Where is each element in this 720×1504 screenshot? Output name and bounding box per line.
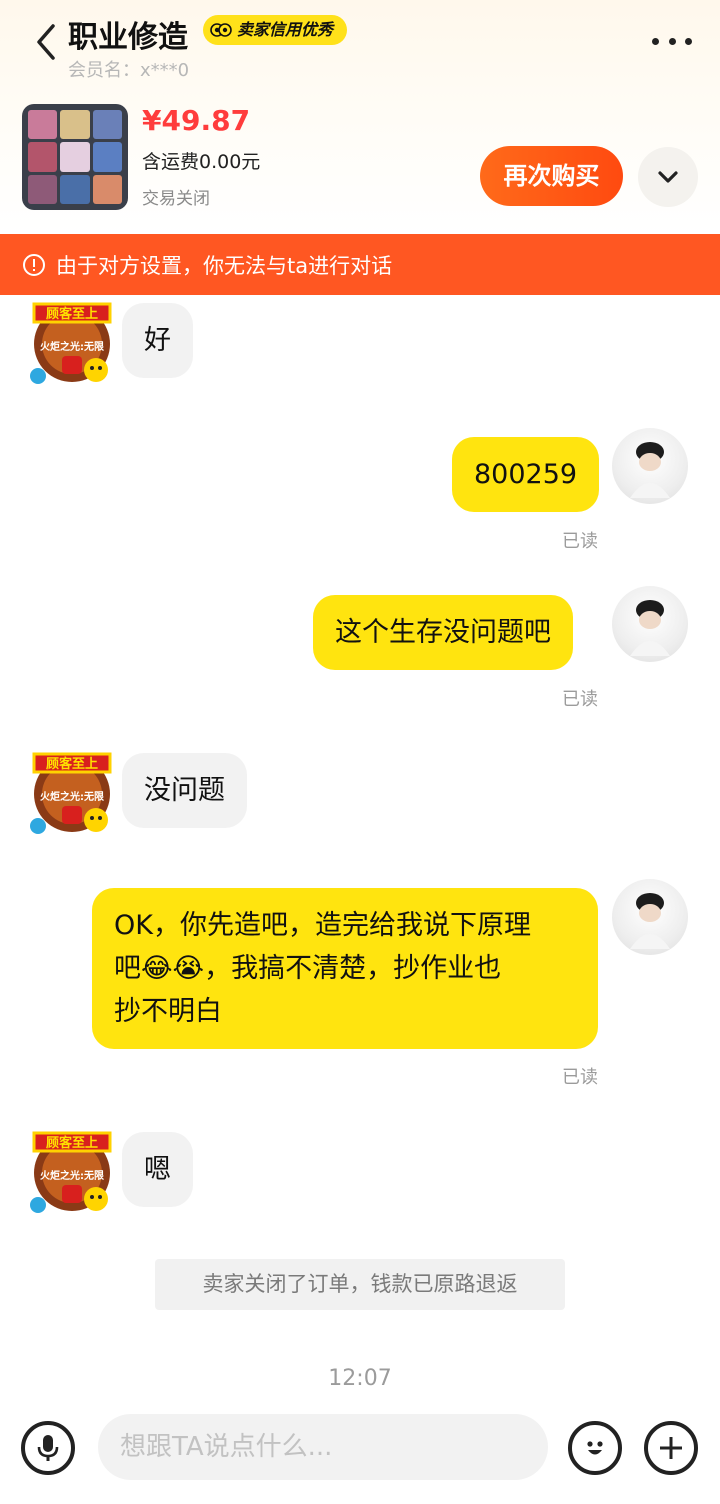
svg-text:火炬之光:无限: 火炬之光:无限	[40, 340, 105, 353]
product-price: ¥49.87	[142, 104, 251, 137]
shipping-fee: 含运费0.00元	[142, 151, 261, 173]
my-avatar[interactable]	[612, 879, 688, 955]
bubble-text: ，我搞不清楚，抄作业也	[204, 953, 502, 984]
svg-text:顾客至上: 顾客至上	[46, 1135, 98, 1151]
more-options-button[interactable]	[652, 26, 692, 56]
chat-bubble-right[interactable]: OK，你先造吧，造完给我说下原理 吧😂😭，我搞不清楚，抄作业也 抄不明白	[92, 888, 598, 1049]
timestamp: 12:07	[328, 1366, 392, 1391]
svg-text:火炬之光:无限: 火炬之光:无限	[40, 1169, 105, 1182]
read-status: 已读	[562, 531, 598, 552]
smiley-face-icon	[587, 1441, 603, 1455]
more-dot-icon	[668, 37, 676, 45]
more-dot-icon	[652, 37, 659, 45]
add-more-button[interactable]	[644, 1421, 698, 1475]
my-avatar-image	[630, 893, 670, 949]
my-avatar-image	[630, 442, 670, 498]
seller-avatar-image: 顾客至上 火炬之光:无限	[30, 302, 112, 384]
chat-bubble-left[interactable]: 嗯	[122, 1132, 193, 1207]
microphone-icon	[37, 1435, 59, 1461]
notice-banner: 由于对方设置，你无法与ta进行对话	[0, 234, 720, 295]
header: 职业修造 卖家信用优秀 会员名：x***0 ¥49.87 含运费0.00元 交易…	[0, 0, 720, 234]
page-title: 职业修造	[68, 20, 188, 55]
seller-avatar-image: 顾客至上 火炬之光:无限	[30, 752, 112, 834]
bubble-line: OK，你先造吧，造完给我说下原理	[114, 910, 531, 941]
seller-credit-badge: 卖家信用优秀	[203, 15, 348, 45]
expand-button[interactable]	[638, 147, 698, 207]
chevron-left-icon	[37, 24, 55, 60]
emoji-button[interactable]	[568, 1421, 622, 1475]
smiley-icon	[210, 23, 232, 37]
bottom-safe-area	[0, 1492, 720, 1504]
read-status: 已读	[562, 689, 598, 710]
svg-text:火炬之光:无限: 火炬之光:无限	[40, 790, 105, 803]
more-dot-icon	[685, 37, 692, 45]
warning-circle-icon	[23, 253, 45, 276]
system-message: 卖家关闭了订单，钱款已原路退返	[155, 1259, 565, 1310]
rebuy-button[interactable]: 再次购买	[480, 146, 623, 206]
chat-bubble-left[interactable]: 好	[122, 303, 193, 378]
seller-avatar[interactable]: 顾客至上 火炬之光:无限	[26, 298, 118, 390]
trade-status: 交易关闭	[142, 189, 210, 209]
my-avatar-image	[630, 600, 670, 656]
seller-avatar[interactable]: 顾客至上 火炬之光:无限	[26, 1127, 118, 1219]
chat-bubble-left[interactable]: 没问题	[122, 753, 247, 828]
badge-label: 卖家信用优秀	[237, 20, 334, 39]
svg-text:顾客至上: 顾客至上	[46, 756, 98, 772]
bubble-line: 抄不明白	[114, 996, 222, 1027]
notice-text: 由于对方设置，你无法与ta进行对话	[56, 253, 393, 278]
chat-screen: 职业修造 卖家信用优秀 会员名：x***0 ¥49.87 含运费0.00元 交易…	[0, 0, 720, 1504]
plus-icon	[660, 1437, 682, 1459]
seller-avatar-image: 顾客至上 火炬之光:无限	[30, 1131, 112, 1213]
member-name: 会员名：x***0	[68, 60, 190, 81]
svg-text:顾客至上: 顾客至上	[46, 306, 98, 322]
product-thumbnail[interactable]	[22, 104, 128, 210]
seller-avatar[interactable]: 顾客至上 火炬之光:无限	[26, 748, 118, 840]
back-button[interactable]	[28, 22, 64, 62]
chevron-down-icon	[658, 171, 678, 183]
chat-bubble-right[interactable]: 800259	[452, 437, 600, 512]
my-avatar[interactable]	[612, 586, 688, 662]
voice-button[interactable]	[21, 1421, 75, 1475]
laugh-cry-emoji: 😂😭	[141, 953, 205, 984]
bubble-line: 吧😂😭，我搞不清楚，抄作业也	[114, 947, 576, 990]
bubble-text: 吧	[114, 953, 141, 984]
message-input[interactable]	[98, 1414, 548, 1480]
read-status: 已读	[562, 1067, 598, 1088]
chat-bubble-right[interactable]: 这个生存没问题吧	[313, 595, 573, 670]
my-avatar[interactable]	[612, 428, 688, 504]
